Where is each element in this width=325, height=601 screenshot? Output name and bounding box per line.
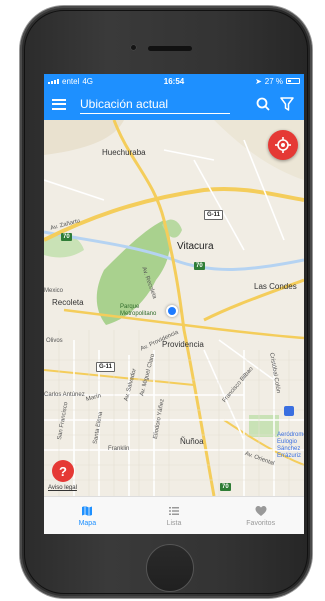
bottom-tab-bar: Mapa Lista Favoritos: [44, 496, 304, 534]
route-shield: 70: [194, 262, 205, 270]
map-label-parque-metropolitano: Parque Metropolitano: [120, 304, 157, 317]
map-label-vitacura: Vitacura: [177, 241, 214, 252]
menu-icon[interactable]: [52, 98, 66, 110]
location-arrow-icon: ➤: [255, 76, 262, 86]
map-label-huechuraba: Huechuraba: [102, 148, 146, 157]
list-icon: [169, 506, 179, 515]
current-location-marker: [166, 305, 178, 317]
tab-label: Mapa: [78, 519, 97, 527]
map-icon: [82, 505, 93, 516]
battery-icon: [286, 78, 300, 84]
tab-lista[interactable]: Lista: [131, 497, 218, 534]
legal-notice-link[interactable]: Aviso legal: [48, 485, 77, 491]
location-search-input[interactable]: [80, 94, 230, 114]
heart-icon: [255, 505, 267, 516]
status-bar: entel 4G 16:54 ➤ 27 %: [44, 74, 304, 88]
route-shield: G-11: [96, 362, 116, 372]
crosshair-icon: [275, 137, 291, 153]
street-label: Olivos: [46, 338, 63, 344]
map-label-providencia: Providencia: [162, 340, 204, 349]
filter-icon[interactable]: [278, 95, 296, 113]
street-label: Carlos Antúnez: [44, 392, 85, 398]
street-label: Franklin: [108, 446, 130, 452]
tab-label: Lista: [166, 519, 182, 527]
status-time: 16:54: [163, 76, 185, 86]
app-header: [44, 88, 304, 120]
tab-label: Favoritos: [246, 519, 276, 527]
carrier-name: entel: [62, 76, 80, 86]
earpiece-speaker: [148, 46, 192, 51]
front-camera: [130, 44, 137, 51]
network-type: 4G: [82, 76, 94, 86]
search-icon[interactable]: [254, 95, 272, 113]
map-label-las-condes: Las Condes: [254, 282, 297, 291]
route-shield: 70: [220, 483, 231, 491]
route-shield: G-11: [204, 210, 224, 220]
locate-me-button[interactable]: [268, 130, 298, 160]
map-label-nunoa: Ñuñoa: [180, 437, 204, 446]
map-label-aerodromo: Aeródromo Eulogio Sánchez Errázuriz: [277, 432, 304, 459]
battery-percent: 27 %: [264, 76, 283, 86]
airport-icon: [284, 406, 294, 416]
tab-favoritos[interactable]: Favoritos: [217, 497, 304, 534]
map-view[interactable]: Huechuraba Vitacura Las Condes Recoleta …: [44, 120, 304, 496]
signal-icon: [48, 78, 59, 84]
app-screen: entel 4G 16:54 ➤ 27 % Ubicación actual H…: [44, 74, 304, 534]
tab-mapa[interactable]: Mapa: [44, 497, 131, 534]
route-shield: 70: [61, 233, 72, 241]
question-icon: ?: [59, 463, 67, 479]
help-button[interactable]: ?: [52, 460, 74, 482]
home-button[interactable]: [146, 544, 194, 592]
map-label-recoleta: Recoleta: [52, 298, 84, 307]
street-label: Mexico: [44, 288, 64, 294]
